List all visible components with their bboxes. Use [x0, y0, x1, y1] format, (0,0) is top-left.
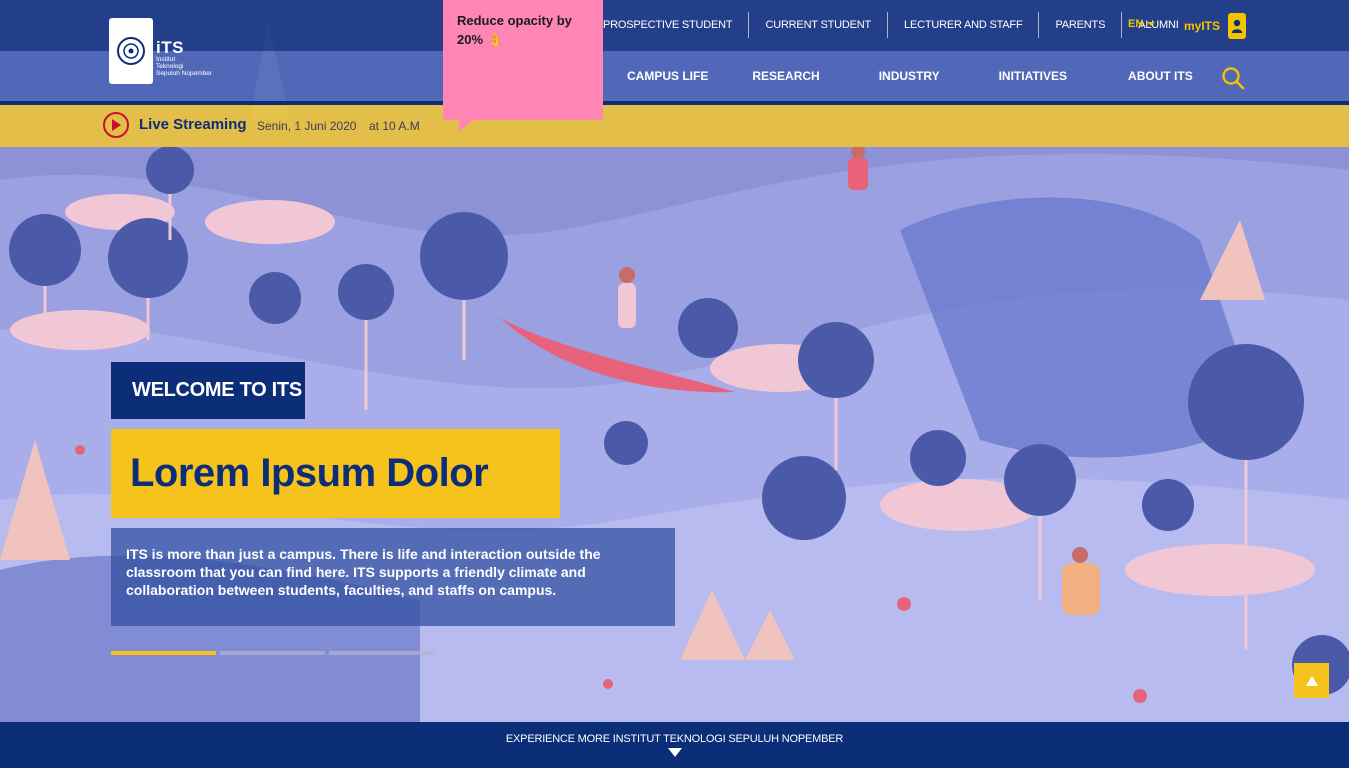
slide-indicator-2[interactable] [220, 651, 325, 655]
logo-subtitle-1: Institut [156, 56, 176, 63]
audience-links: PROSPECTIVE STUDENT CURRENT STUDENT LECT… [597, 12, 1195, 38]
its-emblem-icon [117, 37, 145, 65]
arrow-up-icon [1305, 675, 1318, 686]
nav-research[interactable]: RESEARCH [752, 69, 819, 83]
annotation-tooltip: Reduce opacity by 20% 👌 [443, 0, 603, 120]
language-label: EN [1128, 18, 1144, 30]
welcome-badge: WELCOME TO ITS [111, 362, 305, 419]
myits-label: myITS [1184, 19, 1221, 33]
search-icon[interactable] [1221, 66, 1245, 90]
logo-subtitle-2: Teknologi [156, 63, 184, 70]
live-streaming-link[interactable]: Live Streaming [139, 116, 247, 133]
slide-indicator-3[interactable] [329, 651, 434, 655]
back-to-top-button[interactable] [1294, 663, 1329, 698]
nav-initiatives[interactable]: INITIATIVES [999, 69, 1067, 83]
hero-description: ITS is more than just a campus. There is… [111, 528, 675, 626]
slider-indicators [111, 651, 434, 655]
logo-subtitle-3: Sepuluh Nopember [156, 70, 213, 77]
link-prospective-student[interactable]: PROSPECTIVE STUDENT [597, 12, 750, 38]
nav-industry[interactable]: INDUSTRY [879, 69, 940, 83]
logo-wordmark: iTS Institut Teknologi Sepuluh Nopember [156, 38, 213, 77]
experience-more-link[interactable]: EXPERIENCE MORE INSTITUT TEKNOLOGI SEPUL… [0, 733, 1349, 745]
user-icon [1228, 13, 1247, 39]
chevron-down-icon[interactable] [668, 748, 682, 757]
its-logo[interactable] [109, 18, 153, 84]
link-parents[interactable]: PARENTS [1039, 12, 1123, 38]
link-current-student[interactable]: CURRENT STUDENT [749, 12, 889, 38]
hero-headline: Lorem Ipsum Dolor [111, 429, 560, 518]
play-icon[interactable] [103, 112, 129, 138]
live-date: Senin, 1 Juni 2020 [257, 119, 357, 133]
experience-more-bar [0, 722, 1349, 768]
myits-account-button[interactable]: myITS [1184, 13, 1247, 39]
language-selector[interactable]: EN [1128, 18, 1156, 30]
nav-about-its[interactable]: ABOUT ITS [1128, 69, 1193, 83]
main-nav-links: CAMPUS LIFE RESEARCH INDUSTRY INITIATIVE… [610, 51, 1193, 101]
tooltip-tail [459, 120, 473, 132]
nav-campus-life[interactable]: CAMPUS LIFE [627, 69, 708, 83]
logo-title: iTS [156, 38, 184, 57]
live-time: at 10 A.M [369, 119, 420, 133]
chevron-down-icon [1147, 22, 1156, 26]
tooltip-text: Reduce opacity by 20% 👌 [457, 13, 572, 47]
link-lecturer-and-staff[interactable]: LECTURER AND STAFF [888, 12, 1040, 38]
slide-indicator-1[interactable] [111, 651, 216, 655]
